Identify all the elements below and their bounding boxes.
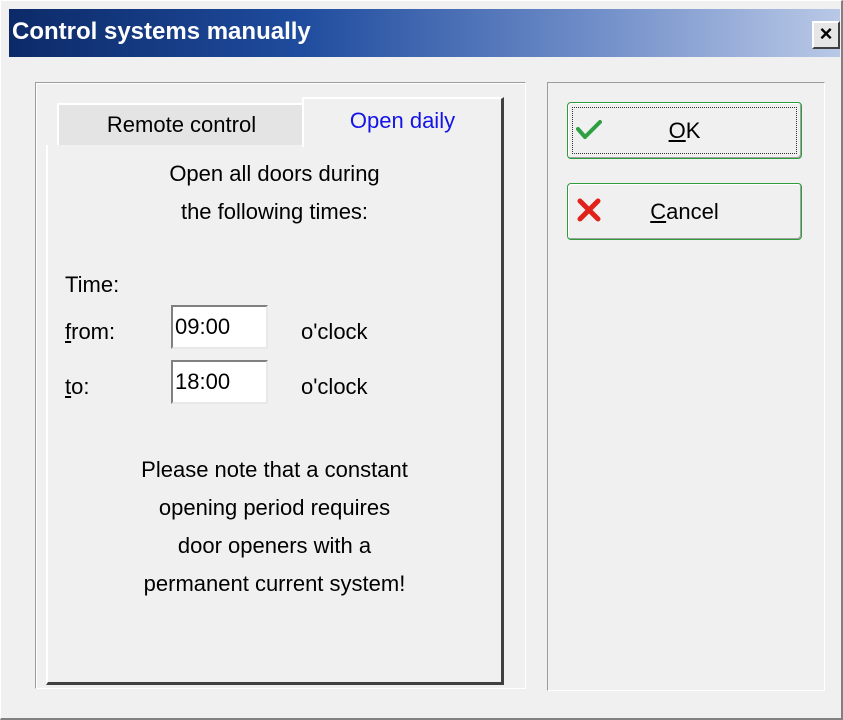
close-button[interactable]: × — [812, 21, 840, 49]
window-title: Control systems manually — [12, 18, 311, 45]
tab-panel-open-daily: Open all doors during the following time… — [46, 145, 504, 685]
ok-button-label: OK — [568, 118, 801, 144]
note-line-4: permanent current system! — [143, 571, 406, 596]
to-unit-label: o'clock — [301, 374, 368, 399]
note-line-2: opening period requires — [158, 495, 391, 520]
from-unit-label: o'clock — [301, 319, 368, 344]
from-label: from: — [65, 319, 115, 345]
tab-open-daily-label: Open daily — [349, 108, 456, 133]
from-label-rest: rom: — [71, 319, 116, 344]
right-group-frame — [547, 82, 825, 691]
intro-line-2: the following times: — [180, 199, 369, 224]
title-bar[interactable]: Control systems manually × — [9, 9, 840, 57]
ok-accel: O — [668, 118, 686, 143]
ok-rest: K — [685, 118, 701, 143]
cancel-accel: C — [650, 199, 667, 224]
to-time-input[interactable] — [171, 360, 268, 404]
note-line-3: door openers with a — [177, 533, 372, 558]
to-label-rest: o: — [71, 374, 90, 399]
tab-remote-control[interactable]: Remote control — [57, 103, 305, 145]
to-label: to: — [65, 374, 89, 400]
ok-button[interactable]: OK — [567, 102, 802, 159]
from-time-input[interactable] — [171, 305, 268, 349]
note-line-1: Please note that a constant — [141, 457, 408, 482]
cancel-button-label: Cancel — [568, 199, 801, 225]
tab-remote-control-label: Remote control — [106, 112, 257, 137]
cancel-button[interactable]: Cancel — [567, 183, 802, 240]
time-label: Time: — [65, 272, 120, 297]
cancel-rest: ancel — [666, 199, 719, 224]
close-icon: × — [819, 21, 833, 46]
tab-open-daily[interactable]: Open daily — [302, 97, 504, 147]
intro-line-1: Open all doors during — [169, 161, 380, 186]
